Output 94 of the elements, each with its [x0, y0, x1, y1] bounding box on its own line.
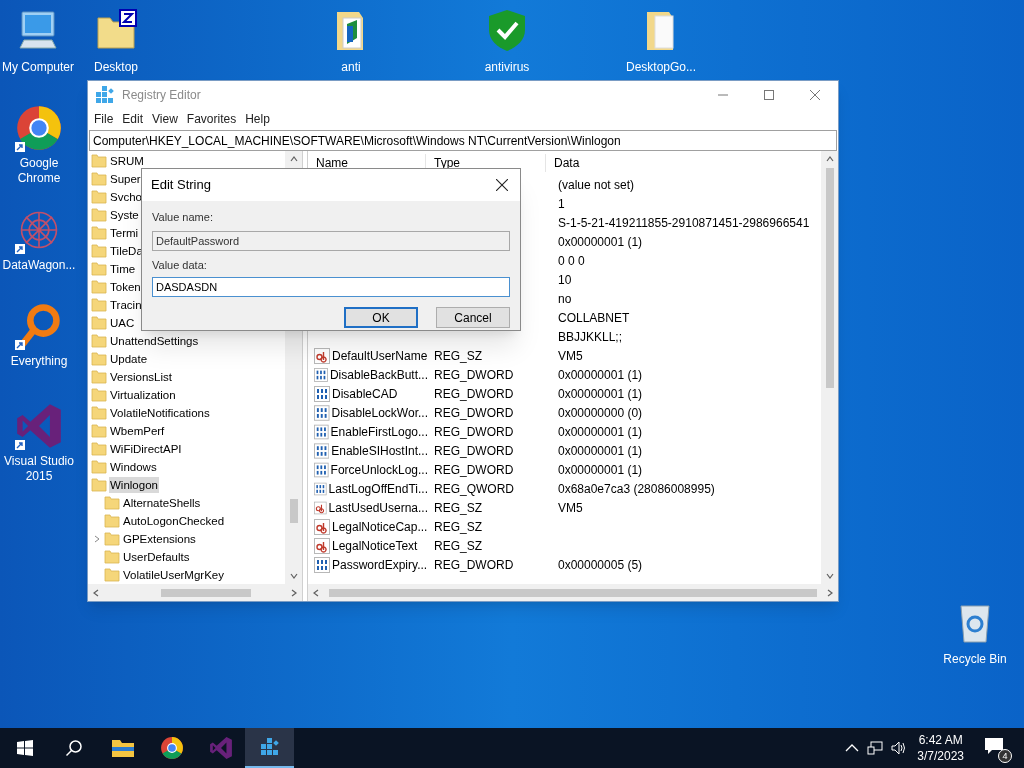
tree-item[interactable]: AutoLogonChecked: [122, 513, 226, 529]
value-data: 0x00000001 (1): [558, 386, 643, 401]
value-data: 0x00000001 (1): [558, 462, 643, 477]
tree-item[interactable]: Time: [109, 261, 137, 277]
desktop-icon-label[interactable]: Google Chrome: [1, 156, 77, 186]
menu-item[interactable]: Edit: [118, 110, 148, 128]
value-data: 1: [558, 196, 565, 211]
tree-item[interactable]: VolatileNotifications: [109, 405, 211, 421]
tree-item[interactable]: WiFiDirectAPI: [109, 441, 183, 457]
value-name[interactable]: LegalNoticeText: [332, 536, 418, 555]
value-data: 0 0 0: [558, 253, 585, 268]
value-name[interactable]: LastLogOffEndTi...: [328, 479, 428, 498]
tree-item[interactable]: VolatileUserMgrKey: [122, 567, 225, 583]
value-name[interactable]: DisableBackButt...: [329, 365, 428, 384]
desktop-icon-label[interactable]: antivirus: [484, 58, 530, 76]
value-data: 0x68a0e7ca3 (28086008995): [558, 481, 715, 496]
tree-item[interactable]: Winlogon: [109, 477, 159, 493]
value-type: REG_SZ: [434, 519, 482, 534]
desktop-icon-label[interactable]: DataWagon...: [1, 258, 77, 273]
value-type: REG_SZ: [434, 538, 482, 553]
tree-item[interactable]: AlternateShells: [122, 495, 202, 511]
value-data: 0x00000001 (1): [558, 424, 643, 439]
tree-item[interactable]: VersionsList: [109, 369, 173, 385]
value-type: REG_DWORD: [434, 367, 514, 382]
tree-item[interactable]: Termi: [109, 225, 140, 241]
window-title: Registry Editor: [122, 86, 201, 104]
value-data: BBJJKKLL;;: [558, 329, 623, 344]
value-data: 0x00000001 (1): [558, 234, 643, 249]
value-name[interactable]: EnableFirstLogo...: [330, 422, 428, 441]
menu-item[interactable]: File: [90, 110, 118, 128]
value-name[interactable]: DisableLockWor...: [331, 403, 428, 422]
desktop-icon-label[interactable]: Desktop: [94, 58, 138, 76]
value-type: REG_QWORD: [434, 481, 514, 496]
field-label: Value data:: [152, 257, 208, 273]
value-data: (value not set): [558, 177, 635, 192]
tree-item[interactable]: Svcho: [109, 189, 143, 205]
value-type: REG_DWORD: [434, 462, 514, 477]
desktop-icon-label[interactable]: anti: [341, 58, 361, 76]
tree-item[interactable]: Tracin: [109, 297, 143, 313]
value-type: REG_DWORD: [434, 557, 514, 572]
value-type: REG_DWORD: [434, 405, 514, 420]
notification-count: 4: [998, 749, 1012, 763]
desktop-icon-label[interactable]: Everything: [1, 354, 77, 369]
value-type: REG_DWORD: [434, 386, 514, 401]
dialog-title: Edit String: [151, 176, 211, 195]
value-data: 0x00000001 (1): [558, 367, 643, 382]
clock-time[interactable]: 6:42 AM: [918, 732, 963, 748]
tree-item[interactable]: Token: [109, 279, 142, 295]
tree-item[interactable]: Windows: [109, 459, 158, 475]
dialog-button[interactable]: OK: [344, 307, 418, 328]
tree-item[interactable]: WbemPerf: [109, 423, 166, 439]
desktop-icon-label[interactable]: Recycle Bin: [943, 650, 1007, 668]
menu-item[interactable]: Favorites: [182, 110, 241, 128]
tree-item[interactable]: Virtualization: [109, 387, 177, 403]
value-name[interactable]: LegalNoticeCap...: [332, 517, 428, 536]
field-label: Value name:: [152, 210, 214, 225]
value-data: 0x00000000 (0): [558, 405, 643, 420]
value-type: REG_SZ: [434, 348, 482, 363]
tree-item[interactable]: Update: [109, 351, 149, 367]
column-header[interactable]: Data: [546, 154, 580, 172]
value-name[interactable]: DisableCAD: [332, 384, 398, 403]
value-data: 0x00000005 (5): [558, 557, 643, 572]
value-name[interactable]: EnableSIHostInt...: [331, 441, 428, 460]
value-name[interactable]: ForceUnlockLog...: [330, 460, 428, 479]
value-type: REG_SZ: [434, 500, 482, 515]
value-name[interactable]: PasswordExpiry...: [332, 555, 428, 574]
value-name[interactable]: DefaultUserName: [332, 346, 428, 365]
tree-item[interactable]: SRUM: [109, 153, 145, 169]
dialog-button[interactable]: Cancel: [436, 307, 510, 328]
menu-item[interactable]: View: [148, 110, 182, 128]
value-name[interactable]: LastUsedUserna...: [328, 498, 428, 517]
menu-item[interactable]: Help: [241, 110, 274, 128]
address-bar[interactable]: Computer\HKEY_LOCAL_MACHINE\SOFTWARE\Microsoft\Windows NT\CurrentVersion\Winlogon: [89, 130, 837, 151]
value-data: COLLABNET: [558, 310, 630, 325]
tree-item[interactable]: Super: [109, 171, 142, 187]
tree-item[interactable]: Syste: [109, 207, 140, 223]
value-name-field[interactable]: DefaultPassword: [152, 230, 510, 251]
clock-date[interactable]: 3/7/2023: [917, 748, 964, 764]
desktop-icon-label[interactable]: Visual Studio 2015: [1, 454, 77, 484]
value-type: REG_DWORD: [434, 443, 514, 458]
tree-item[interactable]: UAC: [109, 315, 136, 331]
value-data: S-1-5-21-419211855-2910871451-2986966541: [558, 215, 810, 230]
value-data: VM5: [558, 500, 583, 515]
tree-item[interactable]: GPExtensions: [122, 531, 197, 547]
desktop-icon-label[interactable]: DesktopGo...: [626, 58, 696, 76]
value-data: 0x00000001 (1): [558, 443, 643, 458]
tree-item[interactable]: UnattendSettings: [109, 333, 200, 349]
value-data-field[interactable]: DASDASDN: [152, 277, 510, 297]
value-data: no: [558, 291, 572, 306]
desktop-icon-label[interactable]: My Computer: [2, 58, 74, 76]
tree-item[interactable]: UserDefaults: [122, 549, 191, 565]
value-type: REG_DWORD: [434, 424, 514, 439]
value-data: 10: [558, 272, 572, 287]
value-data: VM5: [558, 348, 583, 363]
